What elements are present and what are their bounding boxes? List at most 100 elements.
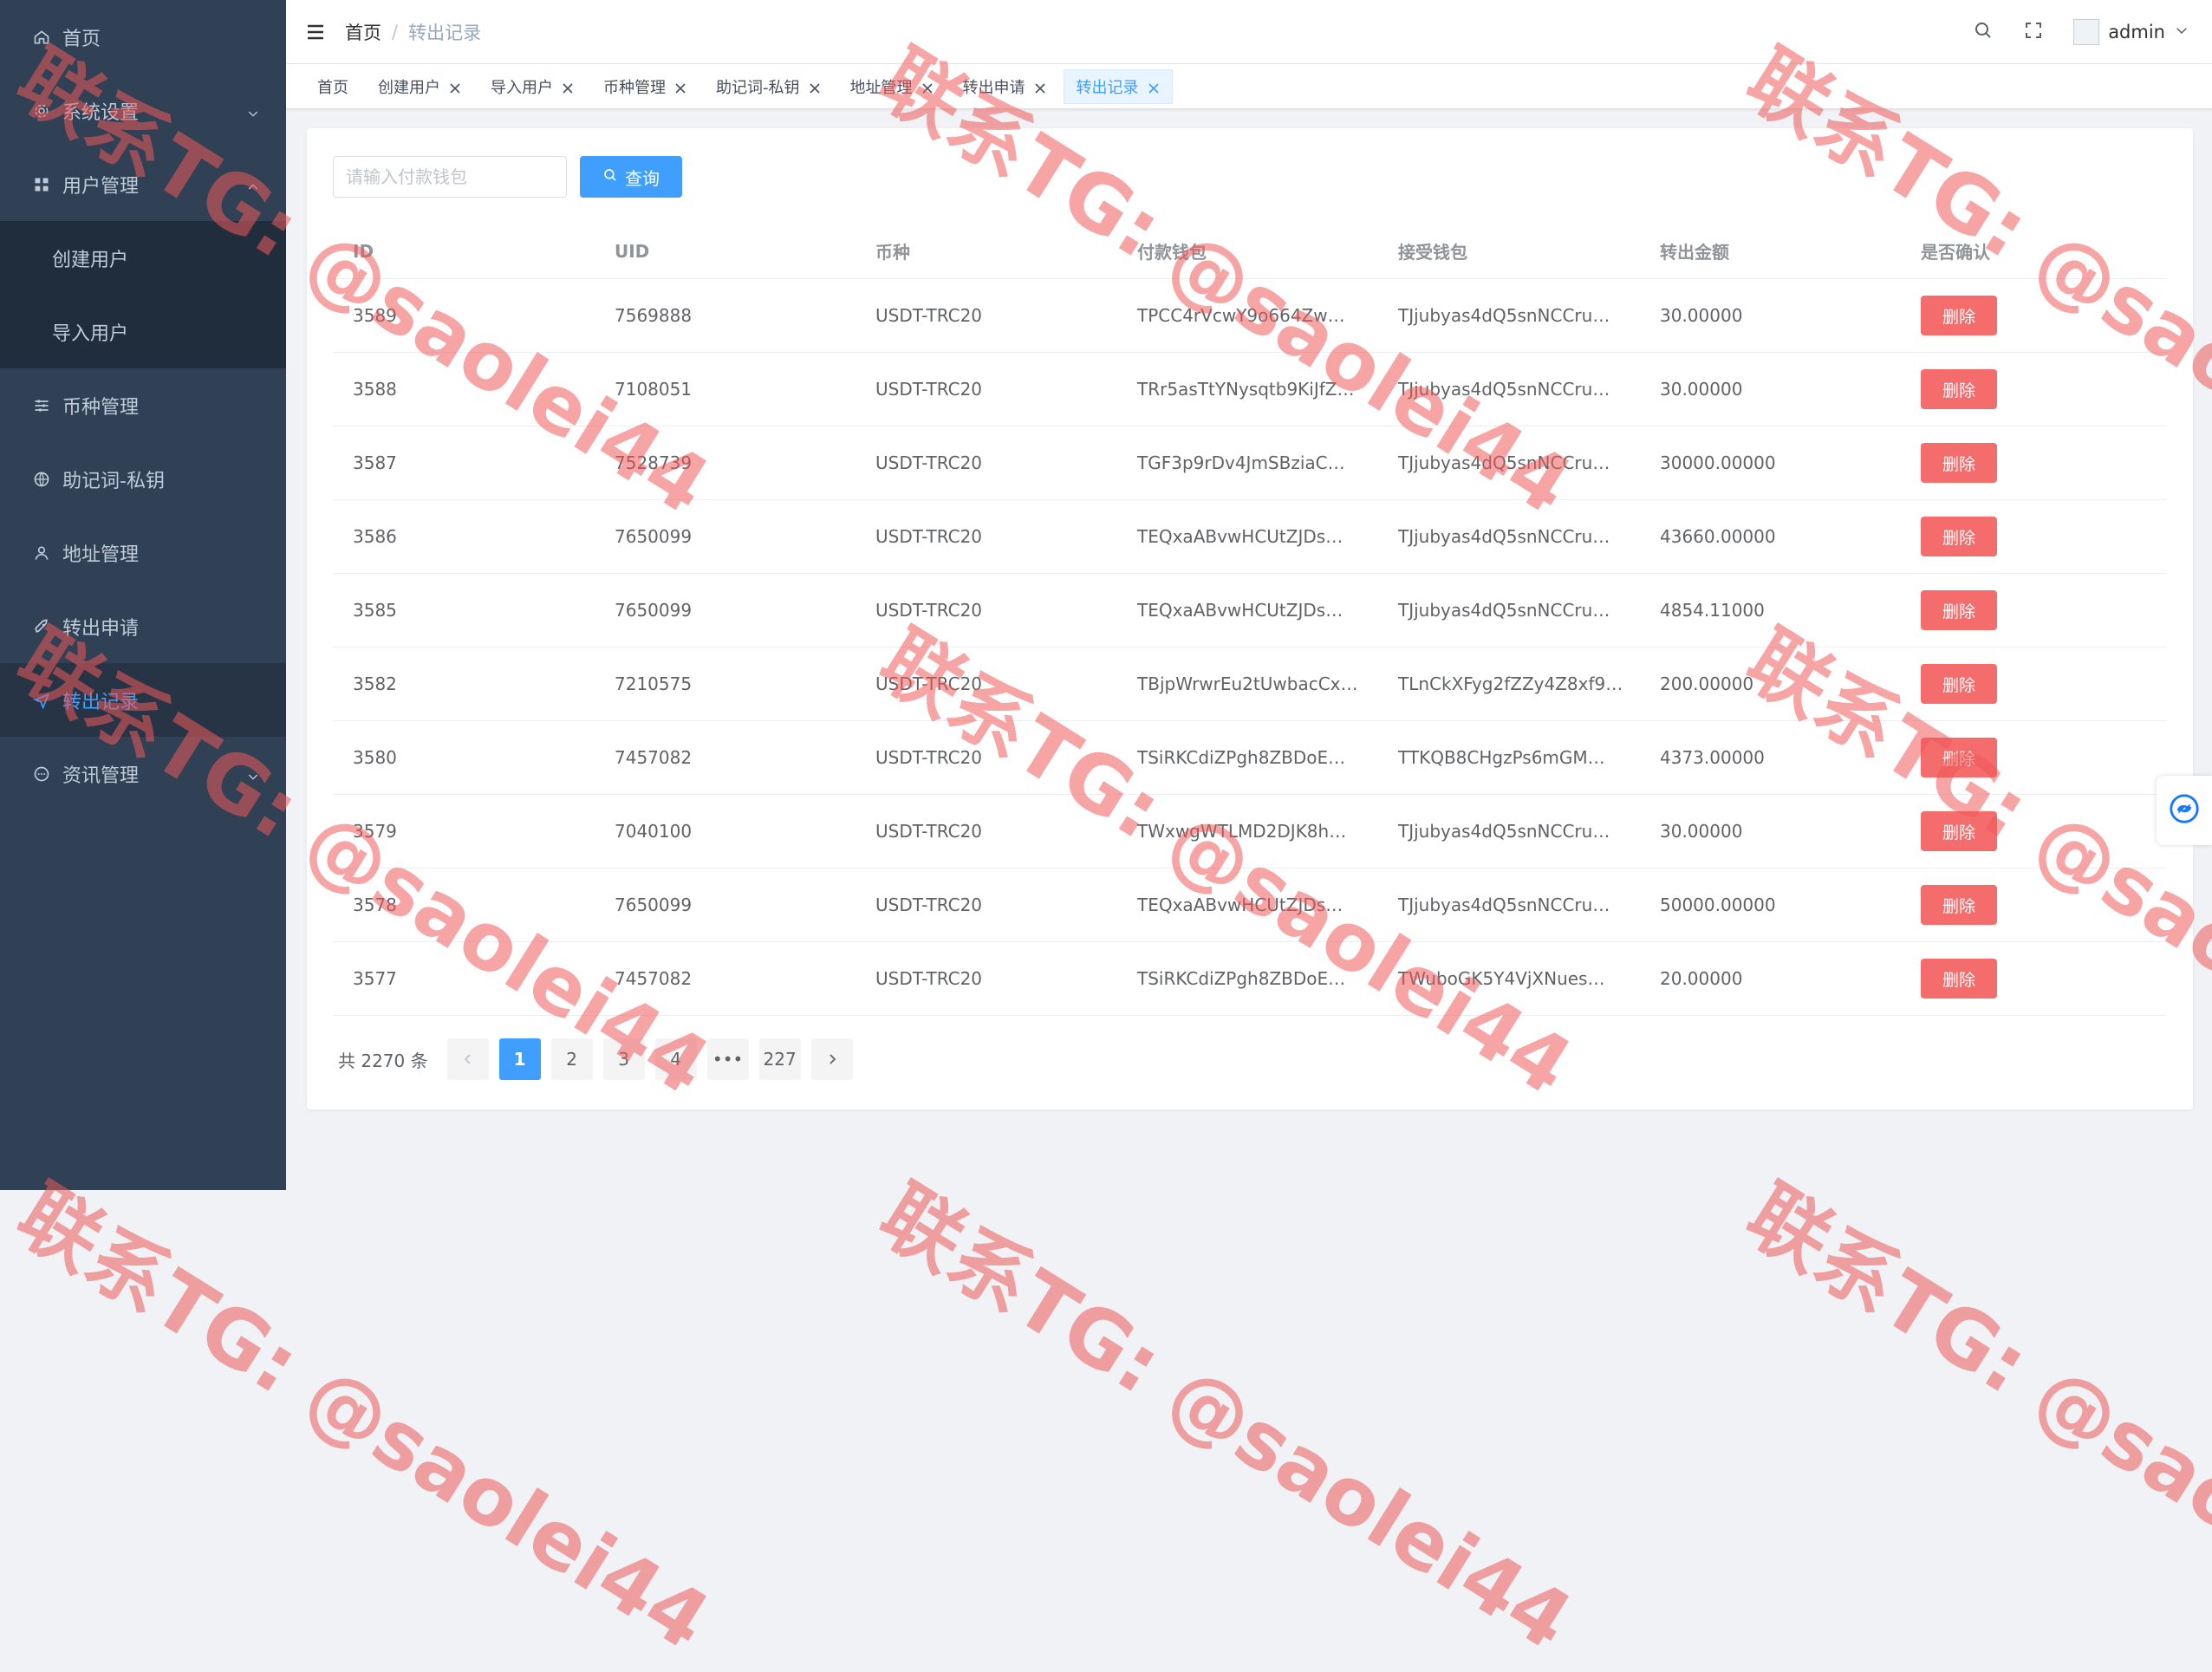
watermark: 联系TG: @saolei44 [864,1168,1588,1669]
page-button[interactable]: 227 [758,1038,801,1080]
page-button[interactable]: 1 [498,1038,541,1080]
table-cell: 3585 [353,600,397,621]
sidebar-item-10[interactable]: 资讯管理 [0,737,286,810]
sidebar-item-1[interactable]: 系统设置 [0,74,286,147]
sidebar-item-4[interactable]: 导入用户 [0,295,286,368]
table-cell: USDT-TRC20 [875,968,983,989]
table-cell: TWuboGK5Y4VjXNues… [1398,968,1605,989]
prev-page-button[interactable] [446,1038,489,1080]
sidebar-item-9[interactable]: 转出记录 [0,663,286,737]
delete-button[interactable]: 删除 [1921,959,1997,999]
search-icon[interactable] [1973,20,1994,44]
tab-1[interactable]: 创建用户 [366,69,473,104]
sidebar-item-6[interactable]: 助记词-私钥 [0,442,286,516]
delete-button[interactable]: 删除 [1921,443,1997,483]
close-icon[interactable] [562,81,574,94]
next-page-button[interactable] [810,1038,853,1080]
page-ellipsis[interactable]: ••• [706,1038,749,1080]
table-cell-actions: 删除 [1901,885,2167,925]
table-cell: TRr5asTtYNysqtb9KiJfZ… [1137,379,1355,400]
sidebar-item-8[interactable]: 转出申请 [0,589,286,663]
table-cell: TWxwgWTLMD2DJK8h… [1137,821,1347,842]
page-button[interactable]: 4 [654,1038,697,1080]
tab-label: 助记词-私钥 [716,78,800,97]
sidebar-item-label: 地址管理 [62,543,140,566]
delete-button[interactable]: 删除 [1921,369,1997,409]
table-cell: 30.00000 [1660,305,1743,326]
table-cell: USDT-TRC20 [875,821,983,842]
column-header: 是否确认 [1921,242,1990,263]
tab-6[interactable]: 转出申请 [951,69,1058,104]
grid-icon [33,176,50,193]
delete-button[interactable]: 删除 [1921,664,1997,704]
tab-0[interactable]: 首页 [305,69,361,104]
tab-3[interactable]: 币种管理 [591,69,699,104]
close-icon[interactable] [1034,81,1046,94]
tab-4[interactable]: 助记词-私钥 [704,69,833,104]
table-row: 3585 7650099 USDT-TRC20 TEQxaABvwHCUtZJDs… T… [333,574,2167,647]
sidebar-item-2[interactable]: 用户管理 [0,147,286,221]
query-button[interactable]: 查询 [580,156,682,198]
tab-7[interactable]: 转出记录 [1063,68,1173,104]
table-cell: 7650099 [615,600,693,621]
sidebar-item-label: 币种管理 [62,396,140,419]
page-button[interactable]: 2 [550,1038,593,1080]
sidebar-item-label: 资讯管理 [62,764,140,787]
globe-icon [33,471,50,488]
sidebar-item-label: 转出记录 [62,691,140,713]
close-icon[interactable] [449,81,461,94]
user-dropdown[interactable]: admin [2073,19,2189,45]
breadcrumb-separator: / [392,21,399,42]
transfer-records-table: ID UID 币种 付款钱包 接受钱包 转出金额 是否确认 3589 7569888 USDT-… [333,224,2167,1016]
tab-5[interactable]: 地址管理 [838,69,946,104]
table-cell: TJjubyas4dQ5snNCCru… [1398,600,1610,621]
table-cell: USDT-TRC20 [875,600,983,621]
hamburger-menu-icon[interactable] [305,22,326,42]
fullscreen-icon[interactable] [2023,20,2044,44]
close-icon[interactable] [809,81,821,94]
sidebar-item-label: 助记词-私钥 [62,470,165,492]
floating-assistant-button[interactable] [2157,776,2212,845]
close-icon[interactable] [1148,81,1160,94]
breadcrumb-home[interactable]: 首页 [345,19,381,45]
sidebar-item-5[interactable]: 币种管理 [0,368,286,442]
sidebar: 首页系统设置用户管理 创建用户 导入用户币种管理助记词-私钥 地址管理转出申请转出记录… [0,0,286,1190]
tab-label: 首页 [317,78,348,97]
breadcrumb-current: 转出记录 [408,22,482,43]
tab-label: 导入用户 [491,78,553,97]
sidebar-item-7[interactable]: 地址管理 [0,516,286,589]
delete-button[interactable]: 删除 [1921,590,1997,630]
table-cell-actions: 删除 [1901,517,2167,556]
table-cell: TJjubyas4dQ5snNCCru… [1398,821,1610,842]
watermark: 联系TG: @saolei44 [1731,1168,2212,1669]
delete-button[interactable]: 删除 [1921,517,1997,556]
table-row: 3589 7569888 USDT-TRC20 TPCC4rVcwY9o664Zw… T… [333,279,2167,353]
table-row: 3579 7040100 USDT-TRC20 TWxwgWTLMD2DJK8h… TJ… [333,795,2167,869]
table-cell-actions: 删除 [1901,443,2167,483]
delete-button[interactable]: 删除 [1921,885,1997,925]
delete-button[interactable]: 删除 [1921,296,1997,335]
close-icon[interactable] [921,81,934,94]
sidebar-item-label: 系统设置 [62,101,140,124]
table-cell: 50000.00000 [1660,895,1776,915]
delete-button[interactable]: 删除 [1921,738,1997,777]
refresh-chat-icon [2168,792,2201,829]
content-card: 查询 ID UID 币种 付款钱包 接受钱包 转出金额 是否确认 3589 7569888 US… [307,128,2193,1109]
tab-label: 地址管理 [849,78,913,97]
page-button[interactable]: 3 [602,1038,645,1080]
column-header: 付款钱包 [1137,242,1207,263]
payer-wallet-search-input[interactable] [333,156,567,198]
close-icon[interactable] [674,81,686,94]
table-cell: 7457082 [615,968,693,989]
table-cell: 30000.00000 [1660,452,1776,473]
table-cell: USDT-TRC20 [875,526,983,547]
table-cell: TSiRKCdiZPgh8ZBDoE… [1137,747,1346,768]
table-cell: 4854.11000 [1660,600,1765,621]
table-cell: TEQxaABvwHCUtZJDs… [1137,895,1343,915]
sidebar-item-0[interactable]: 首页 [0,0,286,74]
delete-button[interactable]: 删除 [1921,811,1997,851]
table-header: ID UID 币种 付款钱包 接受钱包 转出金额 是否确认 [333,224,2167,279]
tab-2[interactable]: 导入用户 [478,69,586,104]
sidebar-item-3[interactable]: 创建用户 [0,221,286,295]
table-row: 3586 7650099 USDT-TRC20 TEQxaABvwHCUtZJDs… T… [333,500,2167,574]
